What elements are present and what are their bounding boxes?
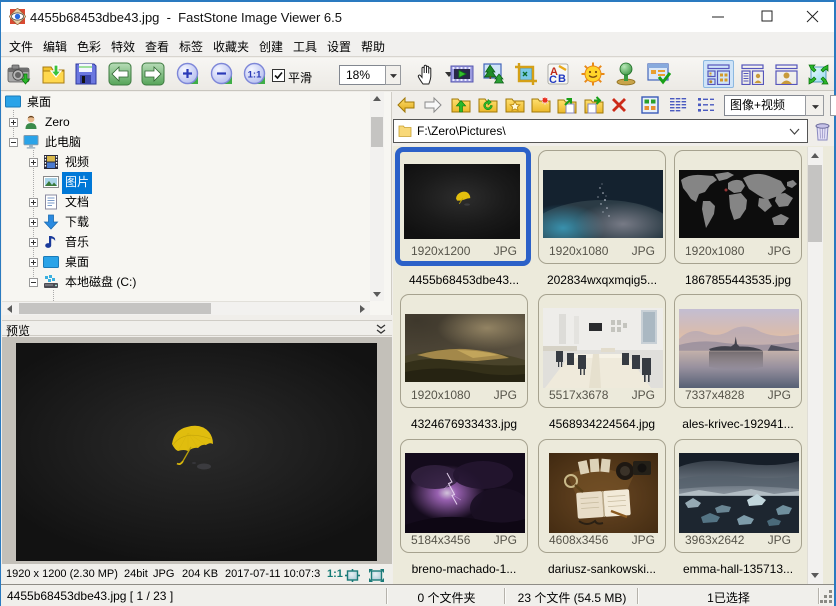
svg-text:B: B	[558, 73, 566, 85]
svg-text:1:1: 1:1	[248, 70, 262, 81]
svg-text:C: C	[549, 74, 557, 86]
